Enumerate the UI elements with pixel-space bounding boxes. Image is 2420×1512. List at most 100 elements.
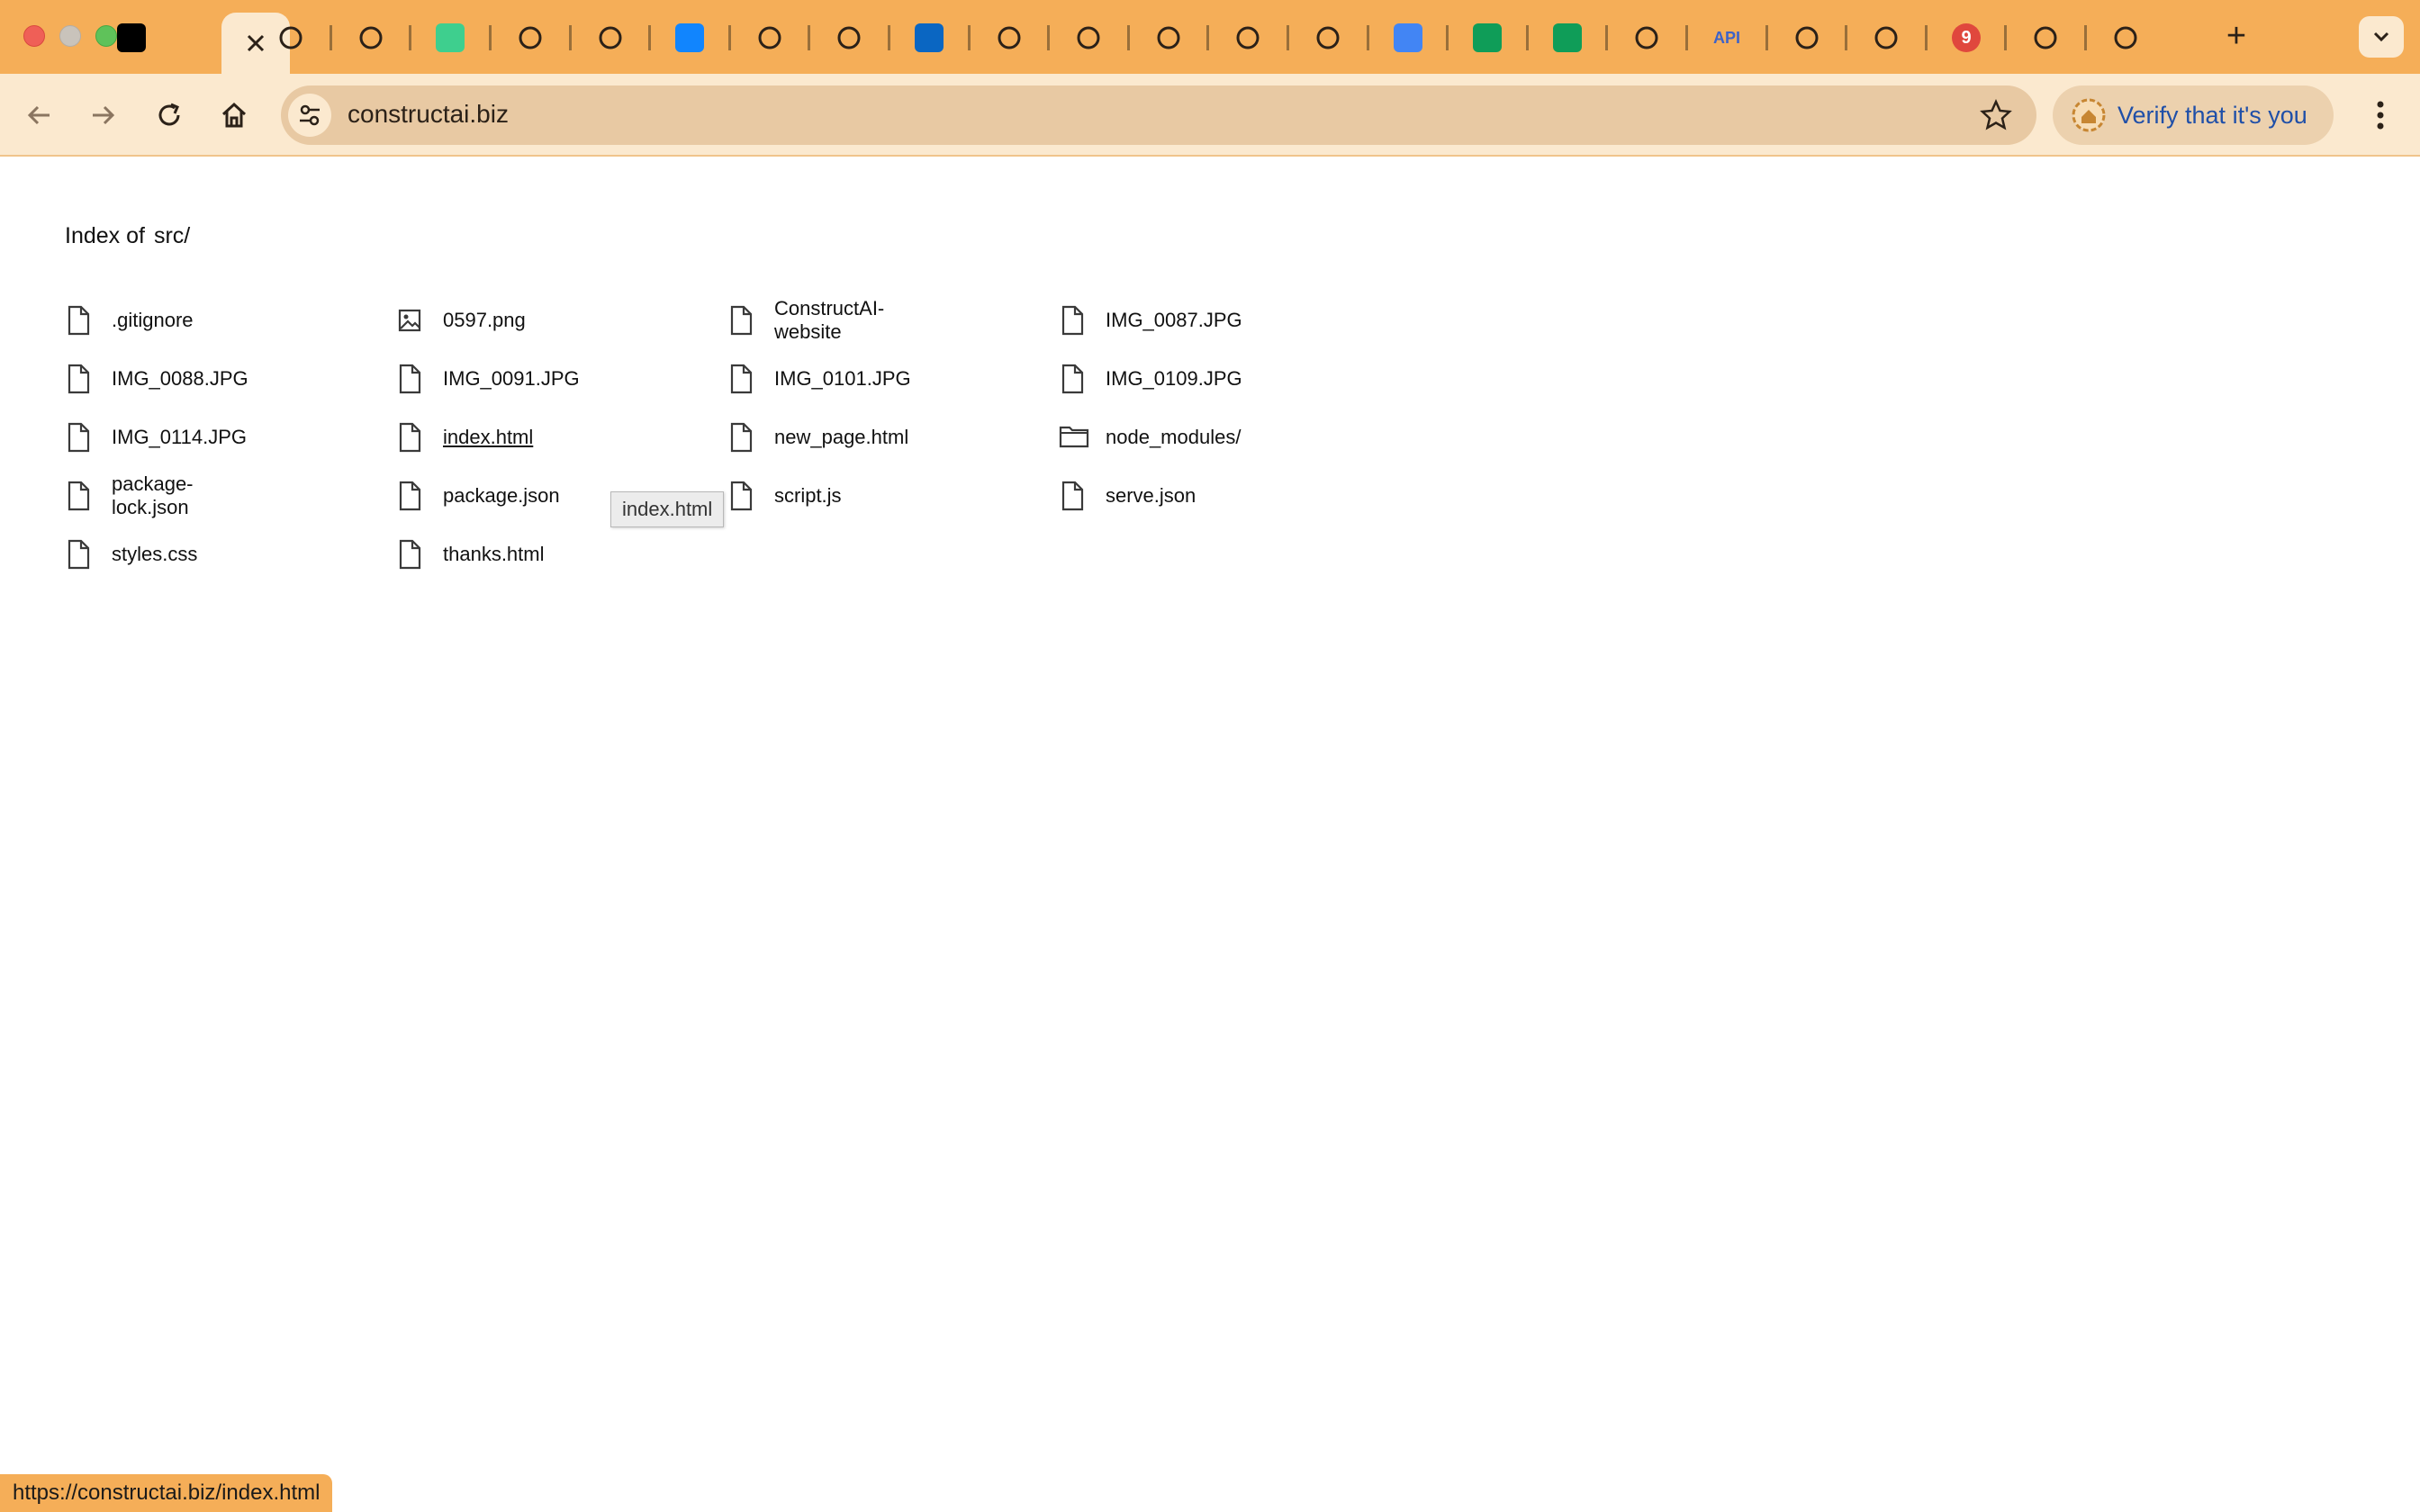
file-link[interactable]: IMG_0114.JPG [65, 419, 247, 455]
file-link[interactable]: 0597.png [396, 302, 526, 338]
file-name[interactable]: IMG_0114.JPG [112, 426, 247, 449]
google-drive-icon [1314, 23, 1342, 52]
file-name[interactable]: ConstructAI-website [774, 297, 884, 344]
browser-tab[interactable] [730, 14, 809, 61]
file-name[interactable]: .gitignore [112, 309, 194, 332]
file-name[interactable]: node_modules/ [1106, 426, 1241, 449]
url-text[interactable]: constructai.biz [348, 100, 509, 129]
verify-identity-button[interactable]: Verify that it's you [2053, 86, 2334, 145]
file-icon [396, 422, 423, 453]
browser-tab[interactable] [331, 14, 411, 61]
bluesky-icon [675, 23, 704, 52]
notion-check-icon [117, 23, 146, 52]
browser-tab[interactable] [809, 14, 889, 61]
browser-tab[interactable] [2086, 14, 2165, 61]
browser-tab[interactable] [1767, 14, 1847, 61]
close-window-button[interactable] [23, 25, 45, 47]
file-icon [65, 481, 92, 511]
page-content: Index of src/ .gitignore 0597.png Construct… [0, 158, 2420, 1512]
file-link[interactable]: IMG_0087.JPG [1059, 302, 1242, 338]
file-name[interactable]: thanks.html [443, 543, 545, 566]
tab-search-button[interactable] [2359, 16, 2404, 58]
browser-tab[interactable] [1448, 14, 1527, 61]
forward-button[interactable] [81, 94, 124, 137]
browser-tab[interactable] [1607, 14, 1686, 61]
file-link[interactable]: IMG_0109.JPG [1059, 361, 1242, 397]
file-name[interactable]: IMG_0087.JPG [1106, 309, 1242, 332]
bookmark-star-icon[interactable] [1979, 98, 2013, 132]
file-name[interactable]: serve.json [1106, 484, 1196, 508]
account-avatar-icon [2072, 98, 2106, 132]
browser-tab[interactable] [251, 14, 330, 61]
file-name[interactable]: IMG_0091.JPG [443, 367, 580, 391]
file-link[interactable]: index.html [396, 419, 533, 455]
file-name[interactable]: package-lock.json [112, 472, 194, 519]
chrome-icon [2031, 23, 2060, 52]
browser-tab[interactable]: 9 [1927, 14, 2006, 61]
workflow-icon [276, 23, 305, 52]
tab-separator [2084, 25, 2087, 50]
file-name[interactable]: 0597.png [443, 309, 526, 332]
file-icon [65, 539, 92, 570]
browser-tab[interactable] [1129, 14, 1208, 61]
file-link[interactable]: serve.json [1059, 478, 1196, 514]
address-bar[interactable]: constructai.biz [281, 86, 2036, 145]
file-link[interactable]: IMG_0088.JPG [65, 361, 248, 397]
tab-separator [1127, 25, 1130, 50]
browser-tab[interactable] [571, 14, 650, 61]
openai-icon [755, 23, 784, 52]
tab-separator [1206, 25, 1209, 50]
browser-tab[interactable] [1847, 14, 1926, 61]
browser-tab[interactable] [1049, 14, 1128, 61]
browser-tab[interactable] [650, 14, 729, 61]
browser-toolbar: constructai.biz Verify that it's you [0, 74, 2420, 157]
google-sheets-icon [1553, 23, 1582, 52]
file-link[interactable]: script.js [727, 478, 842, 514]
file-name[interactable]: IMG_0088.JPG [112, 367, 248, 391]
folder-icon [1059, 422, 1089, 453]
minimize-window-button[interactable] [59, 25, 81, 47]
browser-tab[interactable] [2006, 14, 2085, 61]
browser-tab[interactable]: API [1687, 14, 1766, 61]
file-link[interactable]: IMG_0091.JPG [396, 361, 580, 397]
site-info-button[interactable] [288, 94, 331, 137]
file-name[interactable]: new_page.html [774, 426, 908, 449]
hexagon-icon [1154, 23, 1183, 52]
file-link[interactable]: .gitignore [65, 302, 194, 338]
browser-tab[interactable] [411, 14, 490, 61]
file-name[interactable]: script.js [774, 484, 842, 508]
file-icon [1059, 364, 1086, 394]
file-name[interactable]: IMG_0109.JPG [1106, 367, 1242, 391]
file-link[interactable]: package-lock.json [65, 472, 194, 518]
heading-path: src/ [153, 223, 191, 248]
browser-tab[interactable] [1288, 14, 1368, 61]
file-link[interactable]: styles.css [65, 536, 197, 572]
file-link[interactable]: IMG_0101.JPG [727, 361, 911, 397]
file-name[interactable]: index.html [443, 426, 533, 449]
browser-tab[interactable] [970, 14, 1049, 61]
file-link[interactable]: package.json [396, 478, 560, 514]
reload-button[interactable] [148, 94, 191, 137]
file-name[interactable]: package.json [443, 484, 560, 508]
new-tab-button[interactable]: + [2217, 16, 2256, 56]
browser-tab[interactable] [92, 14, 171, 61]
browser-tab[interactable] [889, 14, 969, 61]
browser-tab[interactable] [1368, 14, 1448, 61]
browser-tab[interactable] [491, 14, 570, 61]
file-icon [1059, 481, 1086, 511]
folder-link[interactable]: node_modules/ [1059, 419, 1241, 455]
file-name[interactable]: styles.css [112, 543, 197, 566]
tab-separator [489, 25, 492, 50]
image-file-icon [396, 305, 423, 336]
file-link[interactable]: thanks.html [396, 536, 545, 572]
file-link[interactable]: ConstructAI-website [727, 297, 884, 343]
tab-separator [1526, 25, 1529, 50]
back-button[interactable] [18, 94, 61, 137]
browser-menu-button[interactable] [2366, 94, 2395, 137]
file-name[interactable]: IMG_0101.JPG [774, 367, 911, 391]
browser-tab[interactable] [1528, 14, 1607, 61]
home-button[interactable] [212, 94, 256, 137]
tab-strip: API 9 + [0, 0, 2420, 74]
browser-tab[interactable] [1208, 14, 1287, 61]
file-link[interactable]: new_page.html [727, 419, 908, 455]
